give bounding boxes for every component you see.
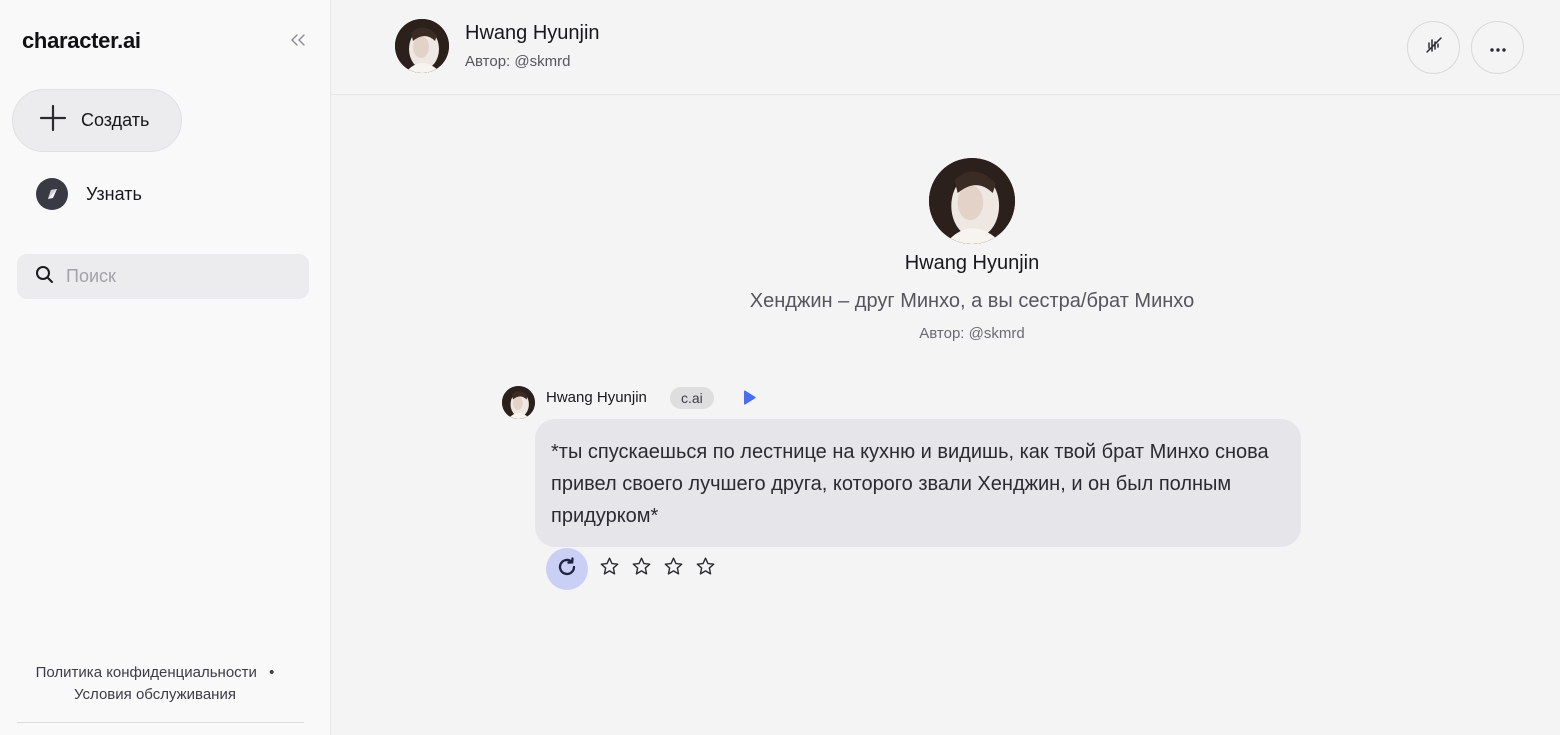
intro-author[interactable]: Автор: @skmrd [772, 325, 1172, 342]
double-chevron-left-icon [290, 33, 306, 51]
privacy-policy-link[interactable]: Политика конфиденциальности [36, 664, 257, 681]
discover-link[interactable]: Узнать [36, 178, 142, 210]
footer-links: Политика конфиденциальности • Условия об… [0, 662, 310, 706]
plus-icon [39, 104, 67, 137]
search-input[interactable] [66, 266, 296, 287]
rating-star-1[interactable] [598, 556, 620, 582]
header-author[interactable]: Автор: @skmrd [465, 53, 570, 70]
intro-description: Хенджин – друг Минхо, а вы сестра/брат М… [749, 290, 1195, 312]
footer-separator: • [269, 664, 275, 681]
search-icon [35, 265, 54, 289]
discover-label: Узнать [86, 183, 142, 204]
rating-star-4[interactable] [694, 556, 716, 582]
message-text: *ты спускаешься по лестнице на кухню и в… [551, 441, 1269, 527]
play-voice-button[interactable] [740, 389, 758, 407]
header-character-name: Hwang Hyunjin [465, 22, 600, 44]
star-outline-icon [695, 556, 716, 582]
message-actions [546, 548, 716, 590]
intro-character-name: Hwang Hyunjin [904, 252, 1040, 274]
footer-divider [17, 722, 304, 723]
more-dots-icon [1489, 39, 1506, 57]
voice-off-button[interactable] [1407, 21, 1460, 74]
app-logo[interactable]: character.ai [22, 28, 141, 54]
more-options-button[interactable] [1471, 21, 1524, 74]
collapse-sidebar-button[interactable] [286, 30, 310, 54]
voice-off-icon [1424, 35, 1444, 60]
regenerate-button[interactable] [546, 548, 588, 590]
message-sender-name: Hwang Hyunjin [546, 389, 647, 406]
message-avatar [502, 386, 535, 419]
chat-header: Hwang Hyunjin Автор: @skmrd [331, 0, 1560, 95]
star-outline-icon [631, 556, 652, 582]
message-bubble: *ты спускаешься по лестнице на кухню и в… [535, 419, 1301, 547]
play-icon [740, 390, 758, 411]
header-avatar[interactable] [395, 19, 449, 73]
compass-icon [36, 178, 68, 210]
intro-avatar [929, 158, 1015, 244]
cai-badge: c.ai [670, 387, 714, 409]
star-outline-icon [599, 556, 620, 582]
create-button[interactable]: Создать [12, 89, 182, 152]
rating-star-3[interactable] [662, 556, 684, 582]
sidebar: character.ai Создать Узнать Поиск Полити… [0, 0, 331, 735]
star-outline-icon [663, 556, 684, 582]
terms-of-service-link[interactable]: Условия обслуживания [74, 686, 236, 703]
search-box [17, 254, 309, 299]
create-button-label: Создать [81, 110, 150, 130]
rating-star-2[interactable] [630, 556, 652, 582]
refresh-icon [556, 556, 578, 583]
